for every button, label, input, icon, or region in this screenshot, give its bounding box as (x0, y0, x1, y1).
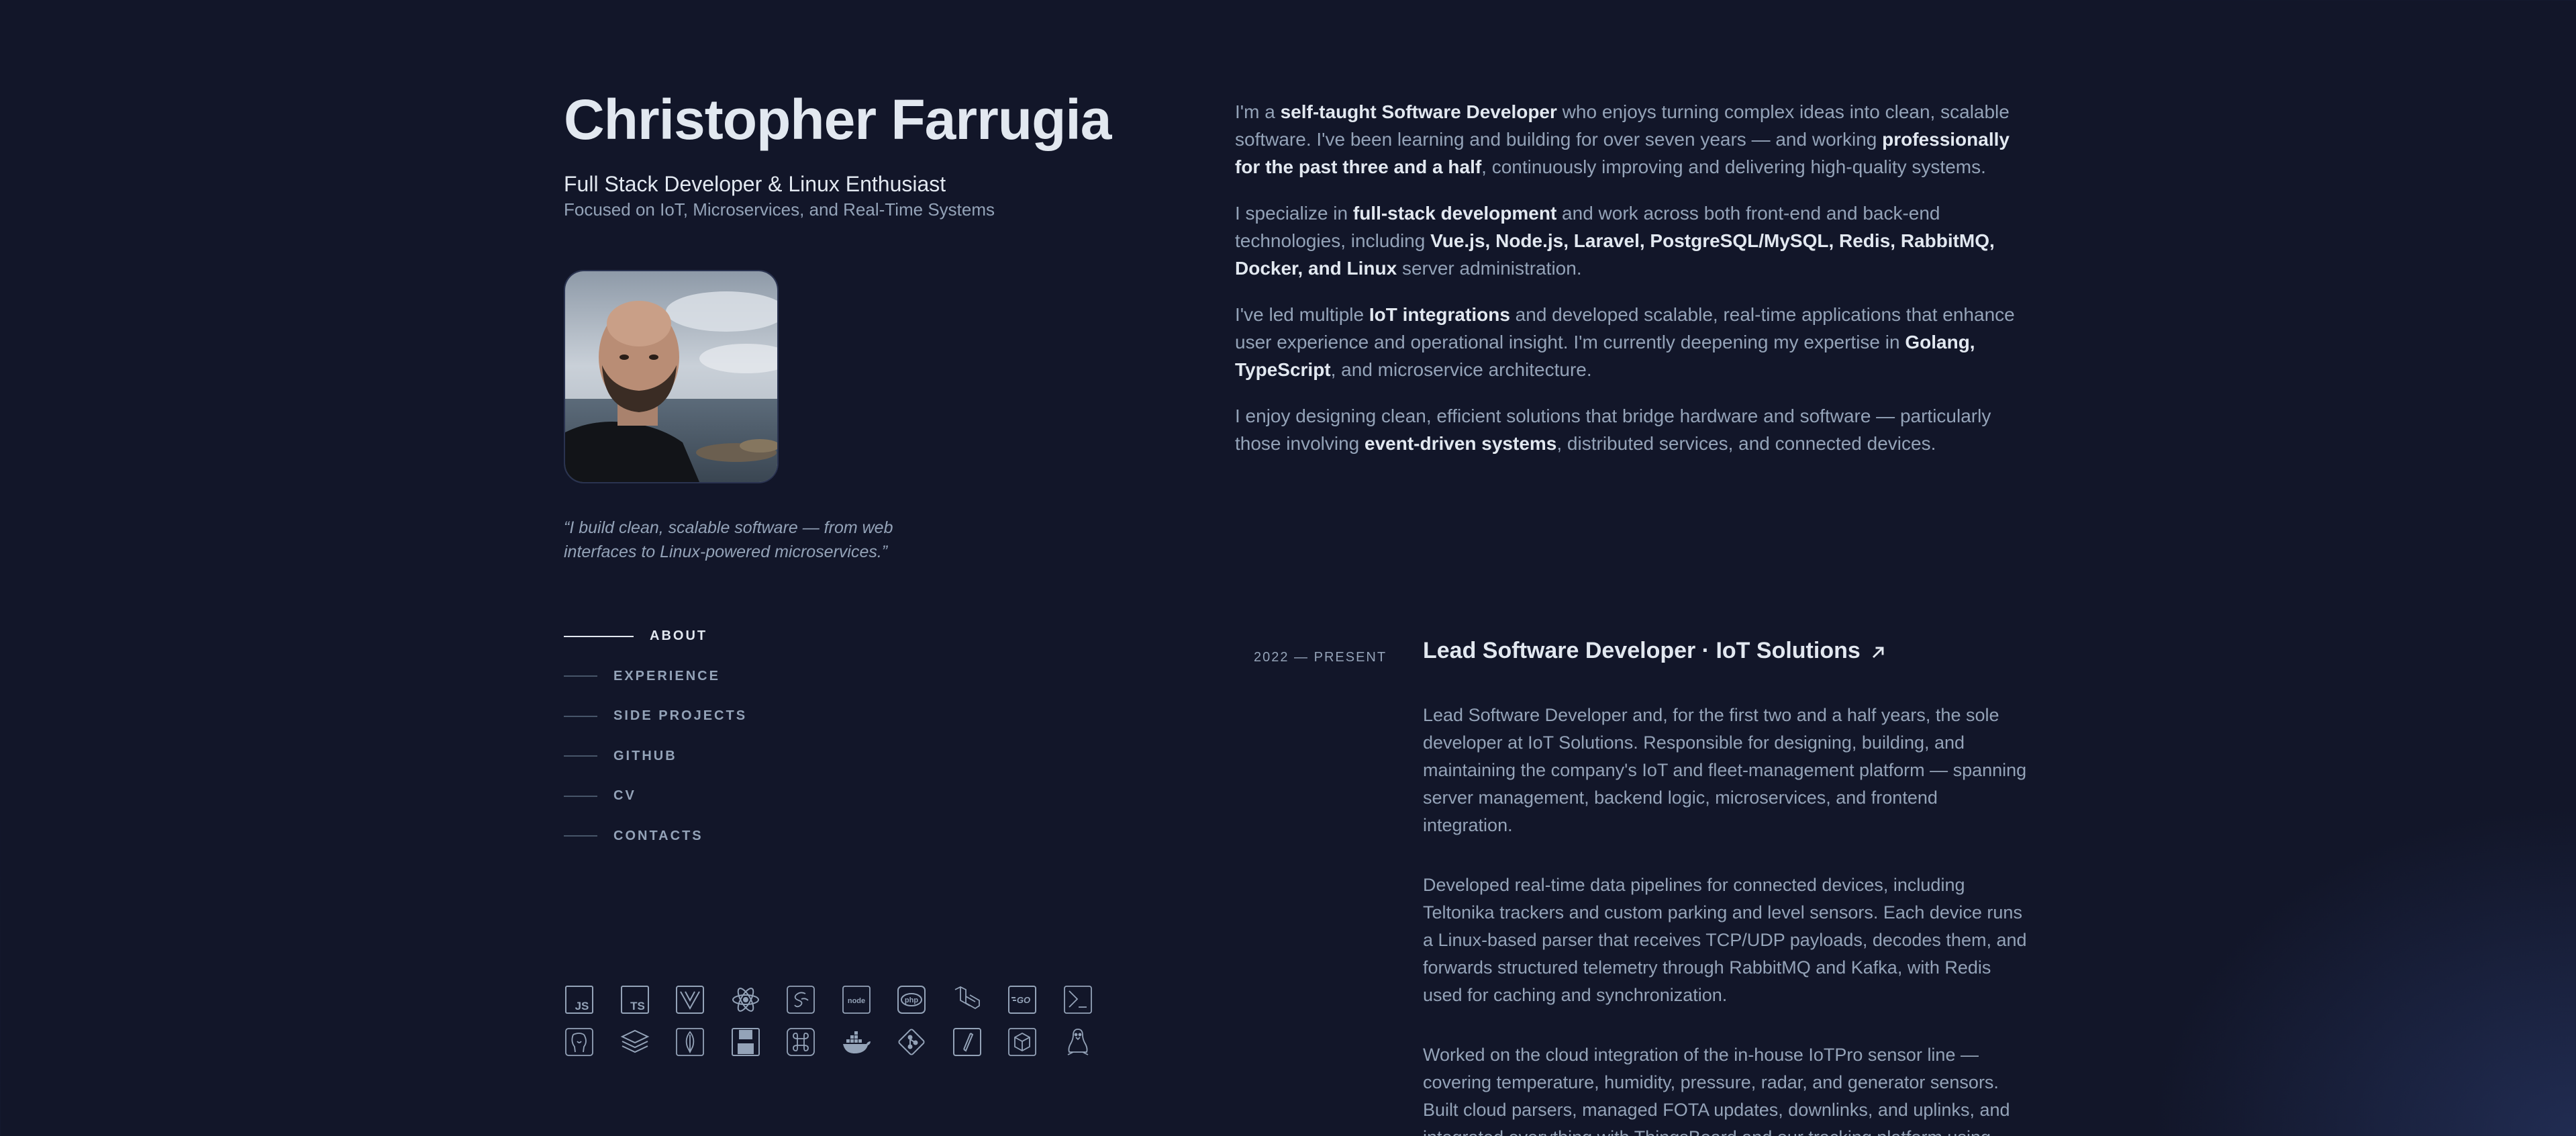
nav-indicator-line (564, 795, 597, 797)
vue-icon (675, 984, 705, 1015)
nav-item-side-projects[interactable]: SIDE PROJECTS (564, 696, 747, 737)
cube-icon (1007, 1027, 1038, 1057)
experience-paragraph: Developed real-time data pipelines for c… (1423, 875, 2027, 1005)
svg-text:TS: TS (630, 1000, 645, 1012)
about-paragraph: I enjoy designing clean, efficient solut… (1235, 406, 1991, 454)
pen-nib-icon (952, 1027, 983, 1057)
about-section: I'm a self-taught Software Developer who… (1235, 98, 2034, 476)
javascript-icon: JS (564, 984, 595, 1015)
sidebar: Christopher Farrugia Full Stack Develope… (564, 0, 1168, 1136)
profile-focus: Focused on IoT, Microservices, and Real-… (564, 199, 995, 220)
experience-paragraph: Lead Software Developer and, for the fir… (1423, 705, 2027, 835)
typescript-icon: TS (620, 984, 650, 1015)
layers-stack-icon (620, 1027, 650, 1057)
section-nav: ABOUT EXPERIENCE SIDE PROJECTS GITHUB CV… (564, 616, 747, 856)
nav-indicator-line (564, 835, 597, 837)
experience-title: Lead Software Developer · IoT Solutions (1423, 638, 1861, 663)
profile-name: Christopher Farrugia (564, 88, 1111, 151)
postgresql-icon (564, 1027, 595, 1057)
nav-item-cv[interactable]: CV (564, 776, 747, 816)
nav-item-experience[interactable]: EXPERIENCE (564, 657, 747, 697)
nav-label: SIDE PROJECTS (613, 708, 748, 724)
svg-text:php: php (905, 996, 918, 1004)
golang-icon: GO (1007, 984, 1038, 1015)
avatar (564, 270, 779, 483)
profile-role: Full Stack Developer & Linux Enthusiast (564, 172, 946, 196)
experience-item: Lead Software Developer · IoT Solutions … (1423, 638, 2027, 1136)
nav-indicator-line (564, 675, 597, 677)
nav-label: GITHUB (613, 748, 677, 763)
about-paragraph: I'm a self-taught Software Developer who… (1235, 101, 2010, 177)
react-icon (730, 984, 761, 1015)
about-paragraph: I've led multiple IoT integrations and d… (1235, 304, 2015, 380)
command-key-icon (785, 1027, 816, 1057)
git-icon (896, 1027, 927, 1057)
profile-photo (565, 271, 777, 482)
php-icon: php (896, 984, 927, 1015)
nodejs-icon: node (841, 984, 872, 1015)
sass-icon (785, 984, 816, 1015)
svg-text:GO: GO (1017, 995, 1030, 1005)
experience-title-link[interactable]: Lead Software Developer · IoT Solutions (1423, 638, 2027, 664)
nav-label: CV (613, 788, 636, 804)
docker-icon (841, 1027, 872, 1057)
nav-item-about[interactable]: ABOUT (564, 616, 747, 657)
laravel-icon (952, 984, 983, 1015)
experience-date: 2022 — PRESENT (1254, 650, 1387, 665)
tech-stack-icons: JS TS node php GO (564, 984, 1093, 1057)
nav-label: CONTACTS (613, 828, 703, 843)
nav-label: EXPERIENCE (613, 668, 720, 683)
svg-text:JS: JS (575, 1000, 589, 1012)
nav-indicator-line (564, 715, 597, 717)
save-disk-icon (730, 1027, 761, 1057)
nav-label: ABOUT (650, 628, 708, 644)
profile-quote: “I build clean, scalable software — from… (564, 518, 893, 561)
nav-item-github[interactable]: GITHUB (564, 737, 747, 777)
arrow-up-right-icon (1872, 647, 1884, 658)
nav-indicator-line (564, 635, 634, 637)
nav-indicator-line (564, 755, 597, 757)
about-paragraph: I specialize in full-stack development a… (1235, 203, 1995, 279)
svg-text:node: node (847, 997, 864, 1005)
mongodb-icon (675, 1027, 705, 1057)
nav-item-contacts[interactable]: CONTACTS (564, 816, 747, 857)
experience-paragraph: Worked on the cloud integration of the i… (1423, 1045, 2010, 1136)
linux-tux-icon (1062, 1027, 1093, 1057)
bash-icon (1062, 984, 1093, 1015)
